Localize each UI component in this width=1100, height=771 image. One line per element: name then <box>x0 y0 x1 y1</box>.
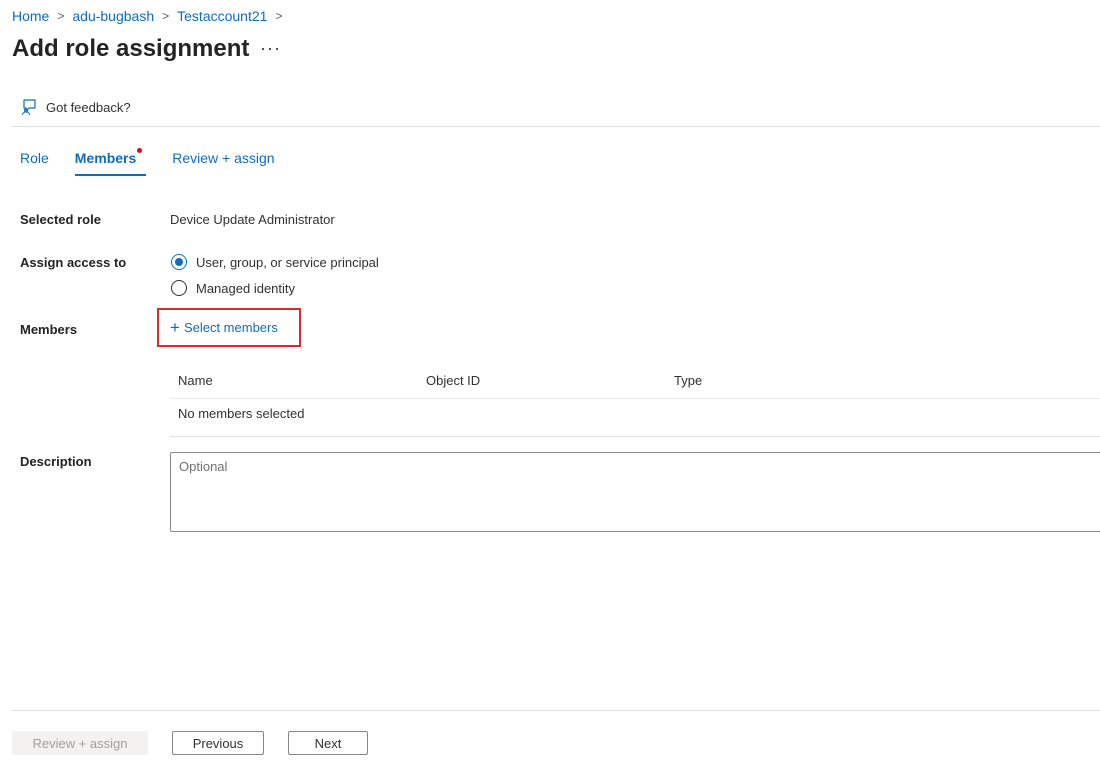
previous-button[interactable]: Previous <box>172 731 264 755</box>
breadcrumb-separator: > <box>57 9 65 23</box>
select-members-label: Select members <box>183 320 278 335</box>
tab-review-assign[interactable]: Review + assign <box>172 150 274 176</box>
tab-label: Members <box>74 150 137 166</box>
column-header-object-id: Object ID <box>426 373 481 388</box>
tab-bar: Role Members Review + assign <box>20 148 301 176</box>
next-button[interactable]: Next <box>288 731 368 755</box>
breadcrumb-separator: > <box>275 9 283 23</box>
radio-user-group-sp[interactable]: User, group, or service principal <box>171 254 379 270</box>
footer-bar: Review + assign Previous Next <box>12 710 1100 771</box>
more-options-button[interactable]: ··· <box>260 38 281 59</box>
breadcrumb: Home > adu-bugbash > Testaccount21 > <box>12 8 290 24</box>
table-row: No members selected <box>170 399 1100 437</box>
page-title: Add role assignment <box>12 35 250 62</box>
select-members-button[interactable]: + Select members <box>170 318 278 337</box>
feedback-label: Got feedback? <box>46 99 131 115</box>
column-header-name: Name <box>178 373 213 388</box>
tab-label: Role <box>20 150 49 166</box>
tab-label: Review + assign <box>172 150 275 166</box>
selected-role-label: Selected role <box>20 212 101 227</box>
plus-icon: + <box>170 318 180 337</box>
members-label: Members <box>20 322 78 337</box>
required-indicator <box>137 148 143 153</box>
breadcrumb-home[interactable]: Home <box>12 8 49 24</box>
tab-role[interactable]: Role <box>20 150 49 176</box>
feedback-button[interactable]: Got feedback? <box>20 98 131 116</box>
breadcrumb-separator: > <box>162 9 170 23</box>
radio-label: User, group, or service principal <box>196 254 379 270</box>
table-header: Name Object ID Type <box>170 362 1100 399</box>
command-bar: Got feedback? <box>12 96 1100 127</box>
empty-state-text: No members selected <box>178 406 305 421</box>
tab-members[interactable]: Members <box>74 148 147 176</box>
description-textarea[interactable] <box>170 452 1100 532</box>
description-label: Description <box>20 454 92 469</box>
members-table: Name Object ID Type No members selected <box>170 362 1100 437</box>
breadcrumb-account[interactable]: Testaccount21 <box>177 8 267 24</box>
feedback-icon <box>21 99 36 116</box>
column-header-type: Type <box>674 373 703 388</box>
review-assign-button[interactable]: Review + assign <box>12 731 148 755</box>
selected-role-value: Device Update Administrator <box>170 212 335 227</box>
breadcrumb-resource-group[interactable]: adu-bugbash <box>72 8 154 24</box>
radio-button-checked[interactable] <box>171 254 187 270</box>
radio-label: Managed identity <box>196 280 296 296</box>
radio-managed-identity[interactable]: Managed identity <box>171 280 295 296</box>
assign-access-label: Assign access to <box>20 255 127 270</box>
radio-button[interactable] <box>171 280 187 296</box>
